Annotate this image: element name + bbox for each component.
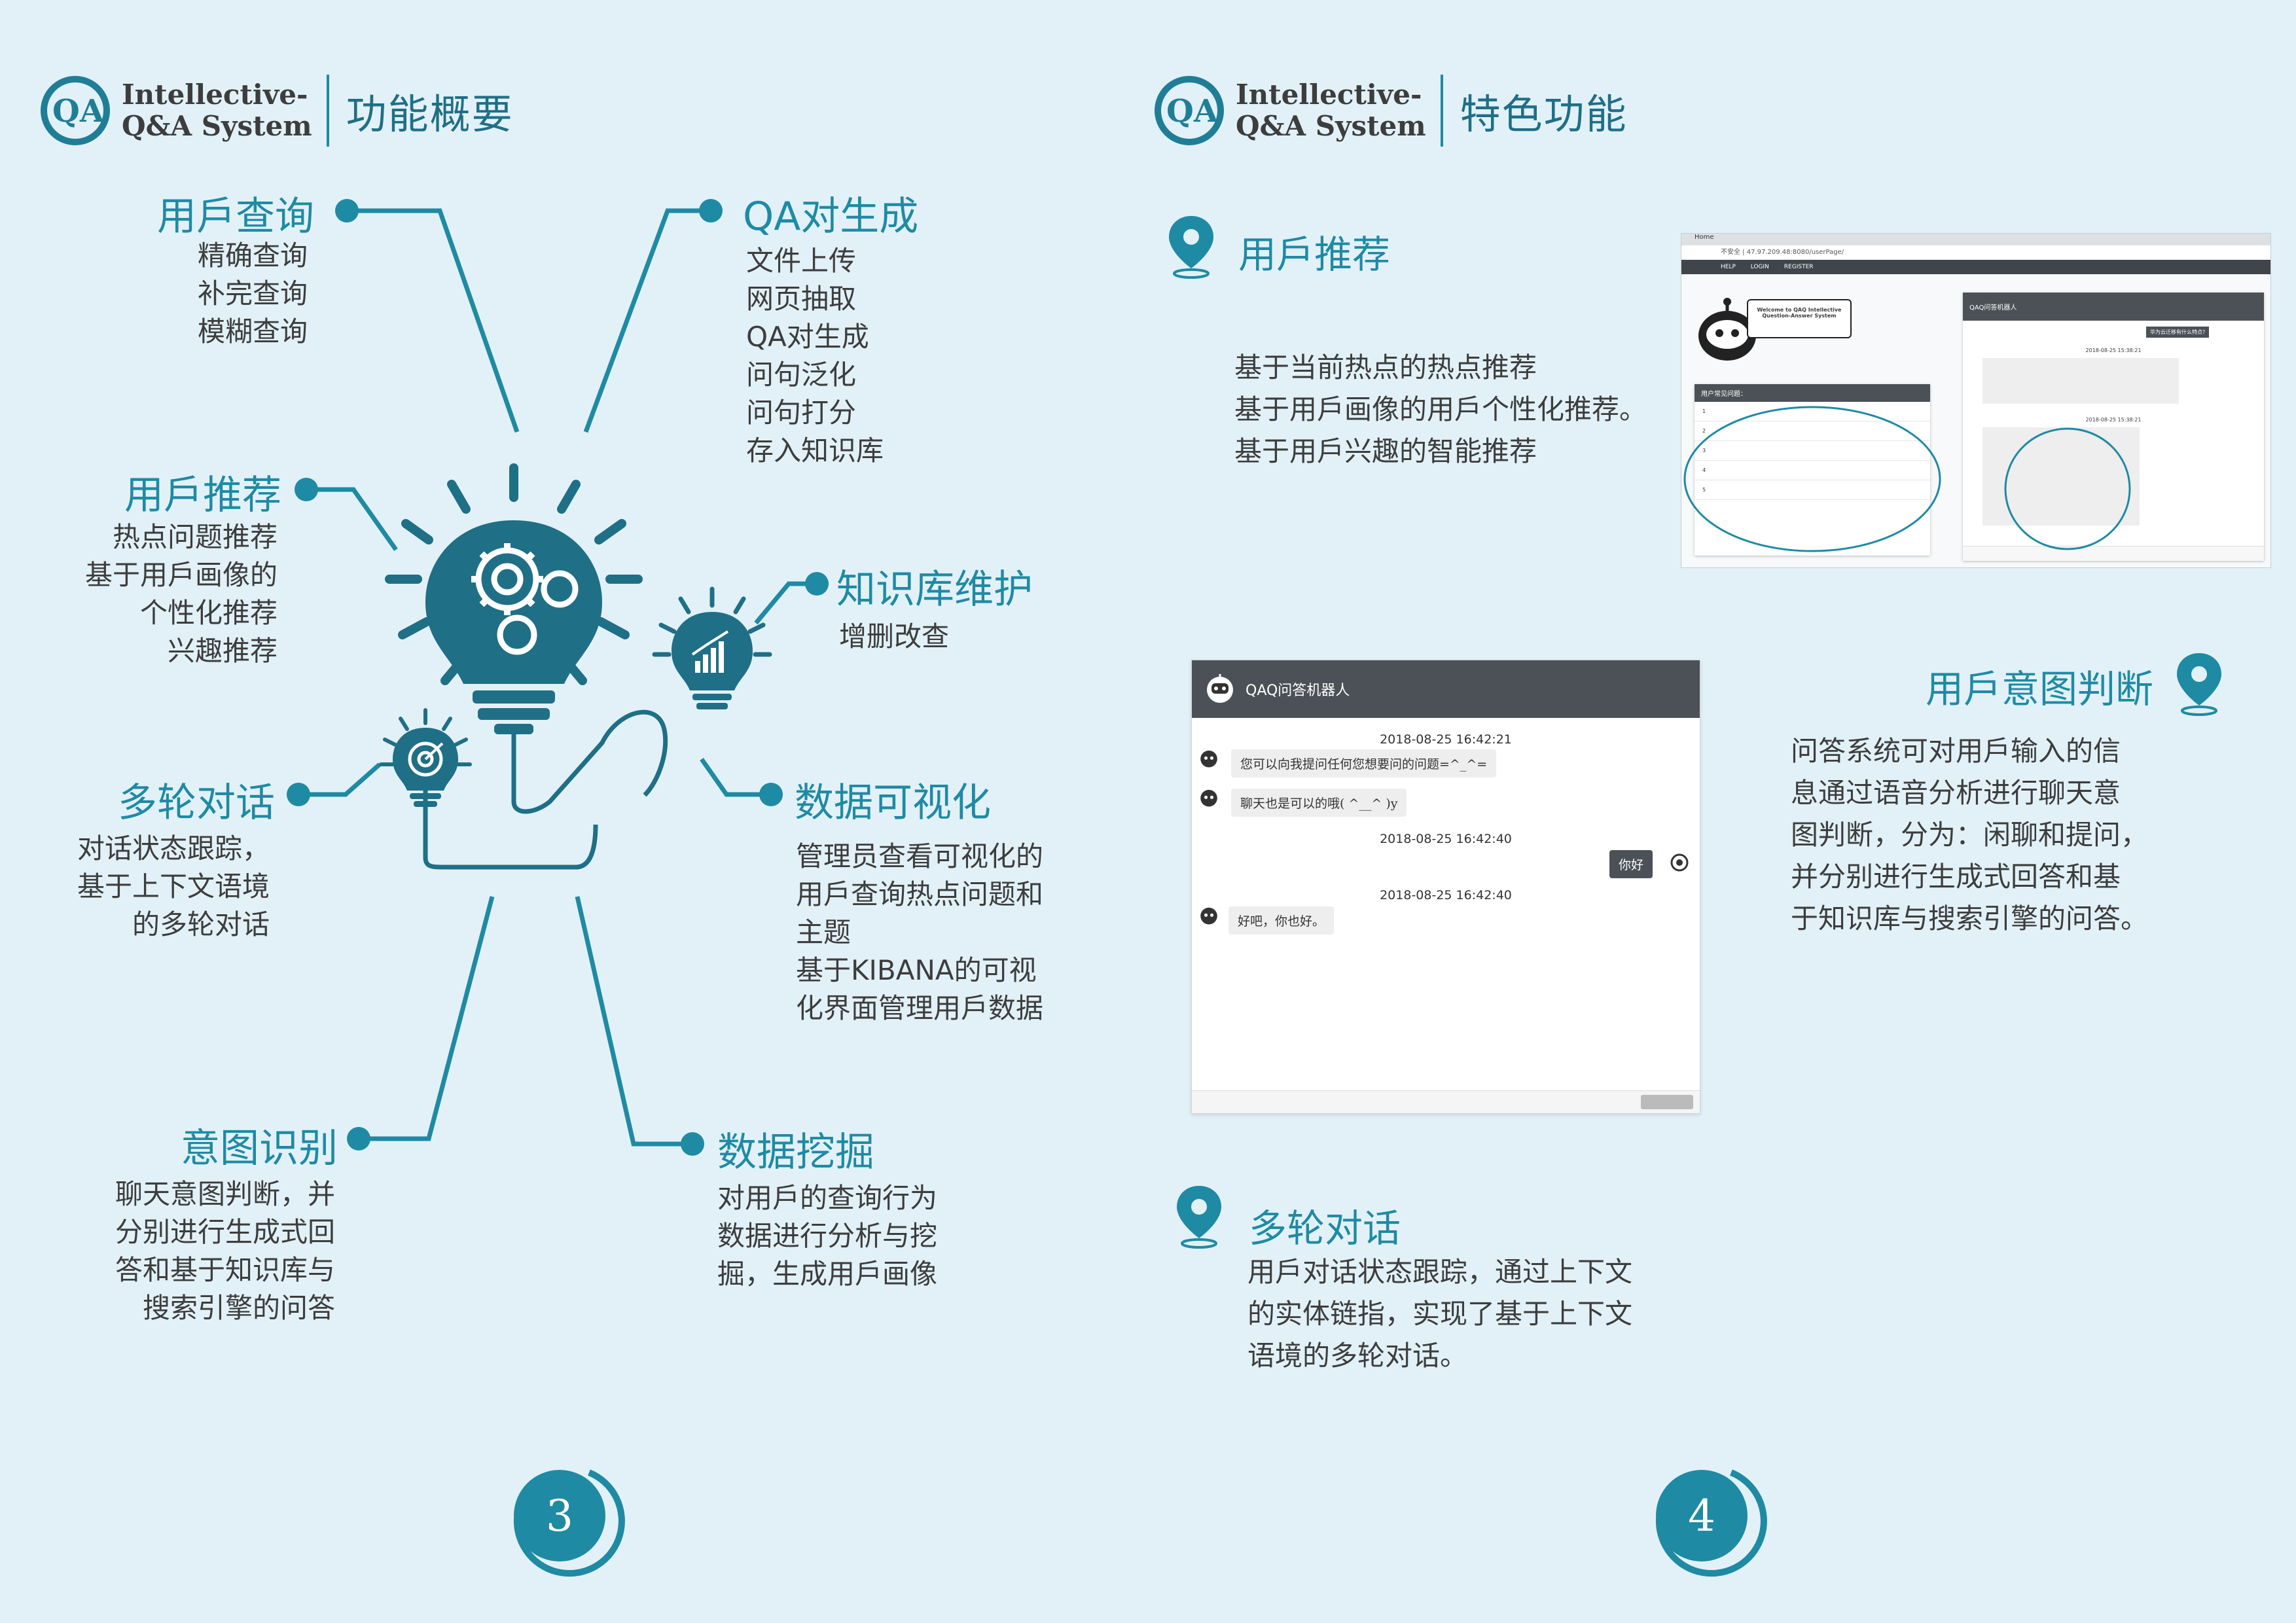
svg-text:QA: QA	[52, 93, 105, 130]
section-title-multi-turn: 多轮对话	[1249, 1206, 1401, 1251]
header-divider	[1440, 75, 1443, 147]
robot-icon	[1200, 907, 1217, 925]
feature-title-qa-generation: QA对生成	[743, 194, 919, 240]
lightbulb-icon	[385, 463, 643, 734]
section-body-multi-turn: 用戶对话状态跟踪，通过上下文 的实体链指，实现了基于上下文 语境的多轮对话。	[1247, 1256, 1633, 1372]
logo-text: Intellective- Q&A System	[1236, 79, 1426, 142]
feature-title-user-recommend: 用戶推荐	[124, 473, 281, 518]
header-divider	[326, 75, 329, 147]
header-left: QA Intellective- Q&A System 功能概要	[38, 73, 514, 148]
feature-title-intent-recognition: 意图识别	[181, 1126, 338, 1171]
robot-icon	[1200, 789, 1217, 807]
feature-items-user-query: 精确查询 补完查询 模糊查询	[197, 240, 308, 348]
qa-logo-icon: QA	[41, 76, 110, 145]
feature-title-multi-turn: 多轮对话	[118, 780, 275, 826]
connector-intent	[359, 896, 495, 1141]
feature-items-qa-generation: 文件上传 网页抽取 QA对生成 问句泛化 问句打分 存入知识库	[746, 245, 884, 467]
feature-title-user-query: 用戶查询	[157, 194, 314, 240]
feature-items-intent-recognition: 聊天意图判断，并 分别进行生成式回 答和基于知识库与 搜索引擎的问答	[115, 1178, 335, 1324]
connector-mining	[575, 896, 692, 1147]
feature-title-data-mining: 数据挖掘	[717, 1130, 874, 1175]
user-avatar-icon	[1670, 853, 1689, 872]
feature-title-kb-maintenance: 知识库维护	[836, 567, 1033, 613]
feature-items-multi-turn: 对话状态跟踪， 基于上下文语境 的多轮对话	[77, 832, 270, 940]
page-number-left: 3	[514, 1470, 605, 1561]
chat-timestamp: 2018-08-25 16:42:40	[1380, 832, 1512, 846]
chat-timestamp: 2018-08-25 16:42:40	[1380, 888, 1512, 902]
chart-bulb-icon	[652, 586, 772, 709]
page-number-right: 4	[1656, 1470, 1748, 1561]
chat-timestamp: 2018-08-25 16:42:21	[1380, 732, 1512, 747]
svg-text:QA: QA	[1166, 93, 1219, 130]
robot-icon	[1207, 674, 1233, 703]
header-right: QA Intellective- Q&A System 特色功能	[1152, 73, 1628, 148]
chat-input[interactable]	[1192, 1090, 1700, 1113]
robot-icon	[1200, 750, 1217, 768]
feature-items-user-recommend: 热点问题推荐 基于用戶画像的 个性化推荐 兴趣推荐	[84, 521, 278, 667]
chat-title: QAQ问答机器人	[1246, 683, 1350, 699]
qa-logo-icon: QA	[1155, 76, 1224, 145]
chat-message: 您可以向我提问任何您想要问的问题=^_^=	[1231, 749, 1497, 777]
chat-window: QAQ问答机器人 2018-08-25 16:42:21 您可以向我提问任何您想…	[1191, 660, 1700, 1114]
chat-header: QAQ问答机器人	[1192, 660, 1700, 718]
bulb-cord	[511, 709, 668, 814]
section-title-left: 功能概要	[346, 90, 514, 138]
section-title-intent: 用戶意图判断	[1925, 667, 2153, 711]
connector-user-query	[347, 208, 520, 433]
highlight-ellipses	[1683, 406, 2131, 552]
section-body-recommend: 基于当前热点的热点推荐 基于用戶画像的用戶个性化推荐。 基于用戶兴趣的智能推荐	[1234, 351, 1647, 467]
feature-items-kb-maintenance: 增删改查	[839, 620, 950, 652]
section-title-recommend: 用戶推荐	[1238, 232, 1391, 277]
connector-qa-generation	[583, 208, 711, 433]
browser-screenshot: Home 不安全 | 47.97.209.48:8080/userPage/ H…	[1681, 233, 2271, 568]
location-pin-icon	[2177, 653, 2221, 716]
chat-message: 好吧，你也好。	[1229, 906, 1335, 935]
logo-text: Intellective- Q&A System	[122, 79, 312, 142]
send-controls[interactable]	[1641, 1095, 1693, 1109]
connector-multi-turn	[298, 762, 382, 797]
location-pin-icon	[1177, 1186, 1221, 1249]
location-pin-icon	[1169, 216, 1213, 279]
connector-user-recommend	[306, 487, 398, 552]
section-body-intent: 问答系统可对用戶输入的信 息通过语音分析进行聊天意 图判断，分为：闲聊和提问， …	[1791, 735, 2149, 935]
section-title-right: 特色功能	[1460, 90, 1628, 138]
chat-message-user: 你好	[1609, 850, 1653, 878]
chat-message: 聊天也是可以的哦( ^__^ )y	[1231, 789, 1407, 817]
feature-items-data-mining: 对用戶的查询行为 数据进行分析与挖 掘，生成用戶画像	[717, 1182, 938, 1290]
feature-items-data-visualization: 管理员查看可视化的 用戶查询热点问题和 主题 基于KIBANA的可视 化界面管理…	[796, 840, 1044, 1024]
feature-title-data-visualization: 数据可视化	[795, 780, 991, 826]
